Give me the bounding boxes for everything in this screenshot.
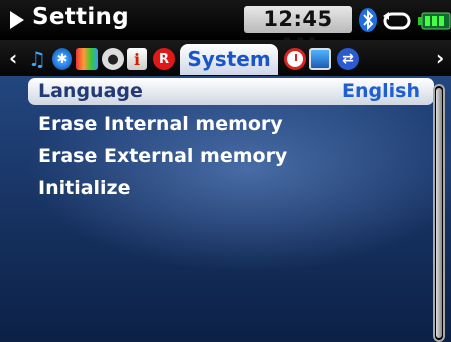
record-icon[interactable]: R bbox=[153, 48, 175, 70]
music-icon[interactable]: ♫ bbox=[26, 47, 48, 71]
menu-item-value: English bbox=[342, 80, 420, 102]
display-icon[interactable] bbox=[76, 48, 98, 70]
page-title: Setting bbox=[32, 4, 129, 30]
category-tab-bar: ‹ ♫ ✱ ● i R System ⇄ › bbox=[0, 40, 451, 76]
bluetooth-icon bbox=[359, 8, 377, 32]
device-screen: Setting 12:45 AM ‹ ♫ ✱ ● i R System ⇄ › bbox=[0, 0, 451, 342]
tab-system[interactable]: System bbox=[180, 44, 278, 75]
chevron-right-icon[interactable]: › bbox=[436, 46, 444, 70]
clock-icon[interactable] bbox=[284, 48, 306, 70]
menu-item-label: Erase Internal memory bbox=[38, 113, 283, 135]
menu-item-label: Language bbox=[38, 80, 143, 102]
menu-item-erase-external[interactable]: Erase External memory bbox=[28, 141, 448, 172]
menu-item-label: Erase External memory bbox=[38, 145, 288, 167]
clock-display: 12:45 AM bbox=[244, 6, 352, 58]
info-icon[interactable]: i bbox=[127, 48, 147, 70]
title-bar: Setting 12:45 AM bbox=[0, 0, 451, 58]
repeat-icon[interactable] bbox=[381, 10, 413, 32]
scrollbar-thumb[interactable] bbox=[436, 88, 442, 338]
chevron-left-icon[interactable]: ‹ bbox=[9, 46, 17, 70]
settings-menu: Language English Erase Internal memory E… bbox=[28, 76, 448, 204]
menu-item-erase-internal[interactable]: Erase Internal memory bbox=[28, 109, 448, 140]
bluetooth-tab-icon[interactable]: ✱ bbox=[52, 48, 72, 70]
screen-icon[interactable] bbox=[309, 48, 331, 70]
menu-item-label: Initialize bbox=[38, 177, 131, 199]
scrollbar[interactable] bbox=[433, 84, 445, 342]
settings-content: Language English Erase Internal memory E… bbox=[0, 76, 451, 342]
menu-item-initialize[interactable]: Initialize bbox=[28, 173, 448, 204]
battery-icon bbox=[418, 12, 451, 30]
sync-icon[interactable]: ⇄ bbox=[337, 48, 359, 70]
radio-icon[interactable]: ● bbox=[102, 48, 124, 70]
menu-item-language[interactable]: Language English bbox=[28, 78, 434, 105]
play-arrow-icon bbox=[10, 11, 24, 29]
